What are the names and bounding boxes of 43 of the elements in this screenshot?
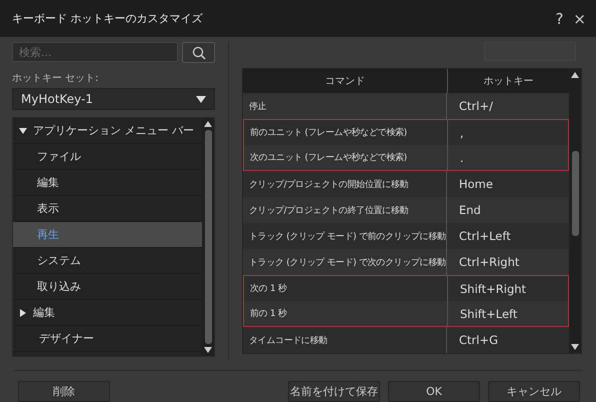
save-as-button[interactable]: 名前を付けて保存 <box>288 381 380 402</box>
search-button[interactable] <box>182 42 215 63</box>
table-row[interactable]: 次のユニット (フレームや秒などで検索) . <box>243 145 569 171</box>
hotkey-set-dropdown[interactable]: MyHotKey-1 <box>12 88 215 110</box>
table-cell-text: Home <box>458 176 494 193</box>
expand-triangle-icon[interactable] <box>19 308 27 316</box>
table-cell-text: Shift+Right <box>459 280 528 298</box>
close-button[interactable]: × <box>571 10 588 28</box>
table-cell-text: Ctrl+/ <box>458 98 494 115</box>
column-header[interactable]: ホットキー <box>448 69 569 93</box>
table-cell: タイムコードに移動 <box>243 327 447 353</box>
table-row[interactable]: トラック (クリップ モード) で次のクリップに移動 Ctrl+Right <box>243 249 569 275</box>
table-cell-text: Shift+Left <box>459 306 518 322</box>
scroll-up-icon[interactable] <box>204 121 212 127</box>
help-button[interactable]: ? <box>553 10 566 28</box>
table-cell-text: Ctrl+Left <box>458 228 512 245</box>
table-cell-text: End <box>458 202 482 219</box>
scroll-down-icon[interactable] <box>571 344 579 350</box>
window-title: キーボード ホットキーのカスタマイズ <box>12 11 202 26</box>
collapse-triangle-icon[interactable] <box>19 126 27 134</box>
table-row[interactable]: 次の 1 秒 Shift+Right <box>243 275 569 301</box>
search-icon <box>192 46 206 60</box>
table-cell-text: . <box>459 150 465 166</box>
tree-item[interactable]: 再生 <box>13 222 202 248</box>
hotkey-set-label: ホットキー セット: <box>12 72 100 85</box>
table-row[interactable]: クリップ/プロジェクトの終了位置に移動 End <box>243 197 569 223</box>
table-cell: 次のユニット (フレームや秒などで検索) <box>244 145 448 170</box>
table-cell-text: Ctrl+Right <box>458 254 520 271</box>
table-row[interactable]: 前の 1 秒 Shift+Left <box>243 301 569 327</box>
dropdown-arrow-icon <box>196 96 206 102</box>
scrollbar[interactable] <box>202 118 214 356</box>
delete-button[interactable]: 削除 <box>18 381 110 402</box>
scroll-up-icon[interactable] <box>571 72 579 78</box>
table-row[interactable]: 前のユニット (フレームや秒などで検索) , <box>243 119 569 145</box>
scrollbar[interactable] <box>569 69 581 353</box>
table-row[interactable]: 停止 Ctrl+/ <box>243 93 569 119</box>
ok-button[interactable]: OK <box>388 381 480 402</box>
table-cell: 前の 1 秒 <box>244 301 448 326</box>
cancel-button[interactable]: キャンセル <box>488 381 580 402</box>
table-cell-text: , <box>459 124 465 142</box>
table-cell-text: Ctrl+G <box>458 332 500 349</box>
scroll-down-icon[interactable] <box>204 347 212 353</box>
search-field[interactable]: 検索... <box>12 42 178 62</box>
